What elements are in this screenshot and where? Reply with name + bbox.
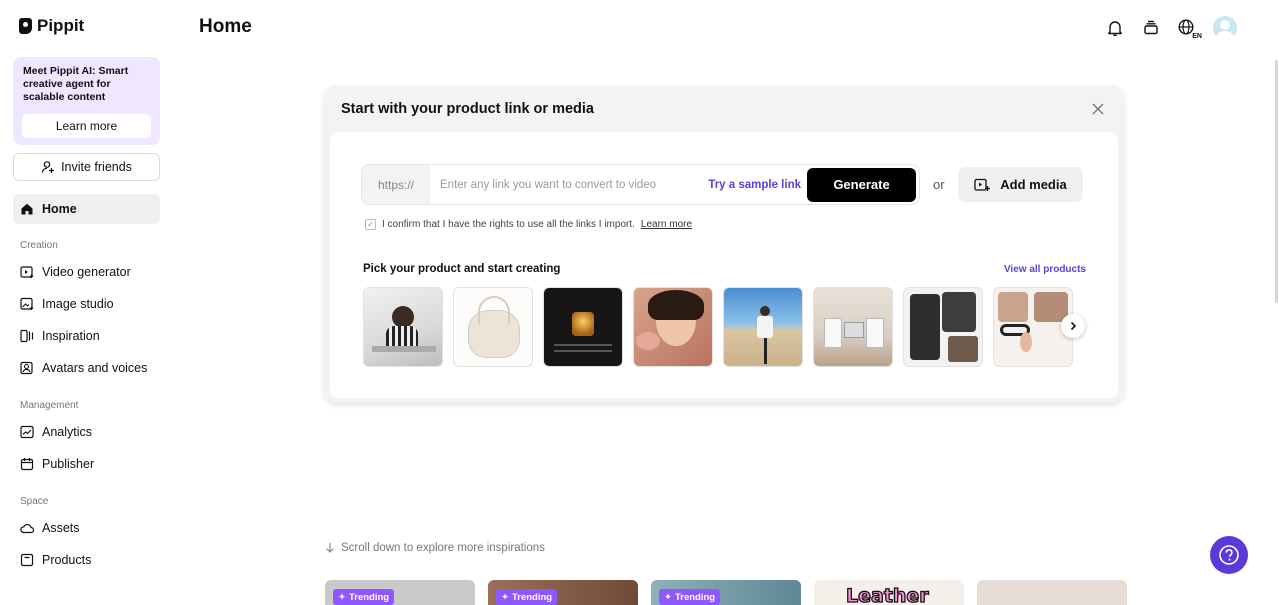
pippit-logo-icon <box>19 18 32 34</box>
sidebar-item-products[interactable]: Products <box>13 545 160 575</box>
inspiration-card[interactable]: ✦ Trending <box>325 580 475 605</box>
close-icon[interactable] <box>1090 101 1106 117</box>
scroll-hint-text: Scroll down to explore more inspirations <box>341 542 545 554</box>
sidebar: Pippit Meet Pippit AI: Smart creative ag… <box>0 0 172 605</box>
sidebar-item-label: Analytics <box>42 425 93 439</box>
section-label-creation: Creation <box>20 240 58 251</box>
sidebar-item-label: Publisher <box>42 457 95 471</box>
sparkle-icon: ✦ <box>338 591 346 603</box>
calendar-icon <box>20 457 34 471</box>
brand-logo[interactable]: Pippit <box>19 16 84 36</box>
language-code: EN <box>1192 33 1202 40</box>
sidebar-item-label: Avatars and voices <box>42 361 148 375</box>
learn-more-button[interactable]: Learn more <box>22 114 151 138</box>
brand-name: Pippit <box>37 16 85 35</box>
sidebar-item-label: Assets <box>42 521 80 535</box>
sidebar-item-label: Video generator <box>42 265 131 279</box>
invite-friends-label: Invite friends <box>61 160 132 174</box>
add-media-label: Add media <box>1000 177 1067 192</box>
product-thumbnail[interactable] <box>633 287 713 367</box>
avatar-icon <box>20 361 34 375</box>
section-label-space: Space <box>20 496 49 507</box>
leather-title: Leather <box>845 584 929 605</box>
promo-card: Meet Pippit AI: Smart creative agent for… <box>13 57 160 145</box>
add-media-icon <box>974 178 991 191</box>
home-icon <box>20 202 34 216</box>
product-thumbnail[interactable] <box>723 287 803 367</box>
confirm-text: I confirm that I have the rights to use … <box>382 219 635 230</box>
product-box-icon <box>20 553 34 567</box>
page-title: Home <box>199 16 252 37</box>
cloud-icon <box>20 521 34 535</box>
layers-icon[interactable] <box>1141 17 1161 39</box>
trending-badge: ✦ Trending <box>333 589 395 605</box>
product-thumbnail[interactable] <box>903 287 983 367</box>
sidebar-item-label: Image studio <box>42 297 114 311</box>
trending-label: Trending <box>511 591 553 603</box>
chevron-right-icon <box>1070 321 1077 331</box>
or-divider: or <box>933 177 945 192</box>
product-link-card: Start with your product link or media ht… <box>324 86 1124 403</box>
sidebar-item-publisher[interactable]: Publisher <box>13 449 160 479</box>
product-link-input[interactable] <box>430 178 709 191</box>
invite-friends-button[interactable]: Invite friends <box>13 153 160 181</box>
scroll-hint: Scroll down to explore more inspirations <box>325 542 545 554</box>
generate-button[interactable]: Generate <box>807 167 916 202</box>
sidebar-item-label: Home <box>42 202 77 216</box>
sidebar-item-video-generator[interactable]: Video generator <box>13 257 160 287</box>
analytics-icon <box>20 425 34 439</box>
thumbnails-next-button[interactable] <box>1061 314 1085 338</box>
sidebar-item-image-studio[interactable]: Image studio <box>13 289 160 319</box>
section-label-management: Management <box>20 400 79 411</box>
language-selector[interactable]: EN <box>1177 17 1202 40</box>
pick-product-title: Pick your product and start creating <box>363 263 561 275</box>
trending-badge: ✦ Trending <box>496 589 558 605</box>
inspiration-card[interactable] <box>977 580 1127 605</box>
help-icon <box>1219 545 1239 565</box>
inspiration-cards: ✦ Trending ✦ Trending ✦ Trending Leather <box>325 580 1127 605</box>
notification-bell-icon[interactable] <box>1105 17 1125 39</box>
inspiration-card[interactable]: ✦ Trending <box>488 580 638 605</box>
sidebar-item-label: Products <box>42 553 92 567</box>
page-scrollbar[interactable] <box>1275 60 1278 303</box>
add-user-icon <box>41 160 55 174</box>
confirm-learn-more-link[interactable]: Learn more <box>641 219 692 230</box>
sidebar-item-home[interactable]: Home <box>13 194 160 224</box>
sidebar-item-analytics[interactable]: Analytics <box>13 417 160 447</box>
app: Pippit Meet Pippit AI: Smart creative ag… <box>0 0 1279 605</box>
card-title: Start with your product link or media <box>341 101 594 117</box>
image-plus-icon <box>20 297 34 311</box>
inspiration-card[interactable]: ✦ Trending <box>651 580 801 605</box>
link-input-bar: https:// Try a sample link Generate <box>361 164 920 205</box>
product-thumbnails <box>363 287 1086 367</box>
rights-confirmation: ✓ I confirm that I have the rights to us… <box>365 219 692 230</box>
user-avatar[interactable] <box>1213 16 1237 40</box>
product-thumbnail[interactable] <box>813 287 893 367</box>
sidebar-item-assets[interactable]: Assets <box>13 513 160 543</box>
card-body: https:// Try a sample link Generate or A… <box>330 132 1118 398</box>
view-all-products-link[interactable]: View all products <box>1004 264 1086 275</box>
arrow-down-icon <box>326 543 334 553</box>
sidebar-item-inspiration[interactable]: Inspiration <box>13 321 160 351</box>
inspiration-card[interactable]: Leather <box>814 580 964 605</box>
help-button[interactable] <box>1210 536 1248 574</box>
sparkle-icon: ✦ <box>664 591 672 603</box>
url-prefix: https:// <box>362 165 430 204</box>
product-thumbnail[interactable] <box>363 287 443 367</box>
header-actions: EN <box>1105 16 1237 40</box>
product-thumbnail[interactable] <box>453 287 533 367</box>
product-thumbnail[interactable] <box>543 287 623 367</box>
add-media-button[interactable]: Add media <box>958 167 1083 202</box>
trending-label: Trending <box>348 591 390 603</box>
try-sample-link[interactable]: Try a sample link <box>708 179 801 191</box>
inspiration-icon <box>20 329 34 343</box>
sidebar-item-avatars-voices[interactable]: Avatars and voices <box>13 353 160 383</box>
trending-badge: ✦ Trending <box>659 589 721 605</box>
rights-checkbox[interactable]: ✓ <box>365 219 376 230</box>
video-plus-icon <box>20 265 34 279</box>
promo-text: Meet Pippit AI: Smart creative agent for… <box>23 65 129 103</box>
sparkle-icon: ✦ <box>501 591 509 603</box>
trending-label: Trending <box>674 591 716 603</box>
sidebar-item-label: Inspiration <box>42 329 100 343</box>
